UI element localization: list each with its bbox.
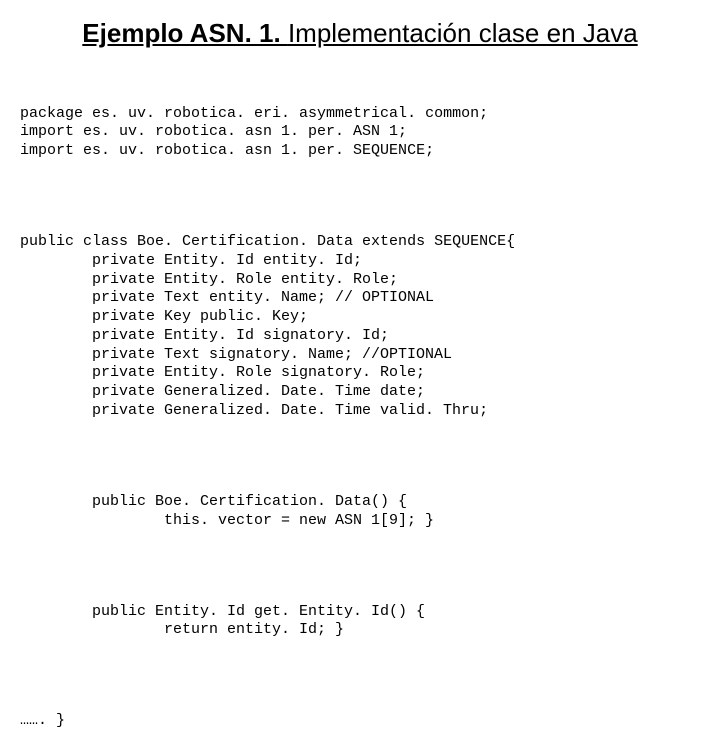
code-block: package es. uv. robotica. eri. asymmetri…: [20, 67, 700, 750]
getter-line-2: return entity. Id; }: [20, 621, 700, 640]
getter: public Entity. Id get. Entity. Id() {ret…: [20, 603, 700, 641]
field-3: private Key public. Key;: [20, 308, 700, 327]
field-5: private Text signatory. Name; //OPTIONAL: [20, 346, 700, 365]
field-2: private Text entity. Name; // OPTIONAL: [20, 289, 700, 308]
package-imports: package es. uv. robotica. eri. asymmetri…: [20, 105, 700, 161]
field-1: private Entity. Role entity. Role;: [20, 271, 700, 290]
package-line: package es. uv. robotica. eri. asymmetri…: [20, 105, 700, 124]
ctor-line-1: public Boe. Certification. Data() {: [20, 493, 700, 512]
field-6: private Entity. Role signatory. Role;: [20, 364, 700, 383]
getter-line-1: public Entity. Id get. Entity. Id() {: [20, 603, 700, 622]
slide-title: Ejemplo ASN. 1. Implementación clase en …: [80, 18, 640, 49]
title-plain: Implementación clase en Java: [288, 18, 638, 48]
ctor-line-2: this. vector = new ASN 1[9]; }: [20, 512, 700, 531]
title-bold: Ejemplo ASN. 1.: [82, 18, 288, 48]
import-line-1: import es. uv. robotica. asn 1. per. ASN…: [20, 123, 700, 142]
field-4: private Entity. Id signatory. Id;: [20, 327, 700, 346]
field-0: private Entity. Id entity. Id;: [20, 252, 700, 271]
class-line: public class Boe. Certification. Data ex…: [20, 233, 700, 252]
constructor: public Boe. Certification. Data() {this.…: [20, 493, 700, 531]
field-7: private Generalized. Date. Time date;: [20, 383, 700, 402]
field-8: private Generalized. Date. Time valid. T…: [20, 402, 700, 421]
class-decl: public class Boe. Certification. Data ex…: [20, 233, 700, 421]
class-end: ……. }: [20, 712, 700, 731]
import-line-2: import es. uv. robotica. asn 1. per. SEQ…: [20, 142, 700, 161]
